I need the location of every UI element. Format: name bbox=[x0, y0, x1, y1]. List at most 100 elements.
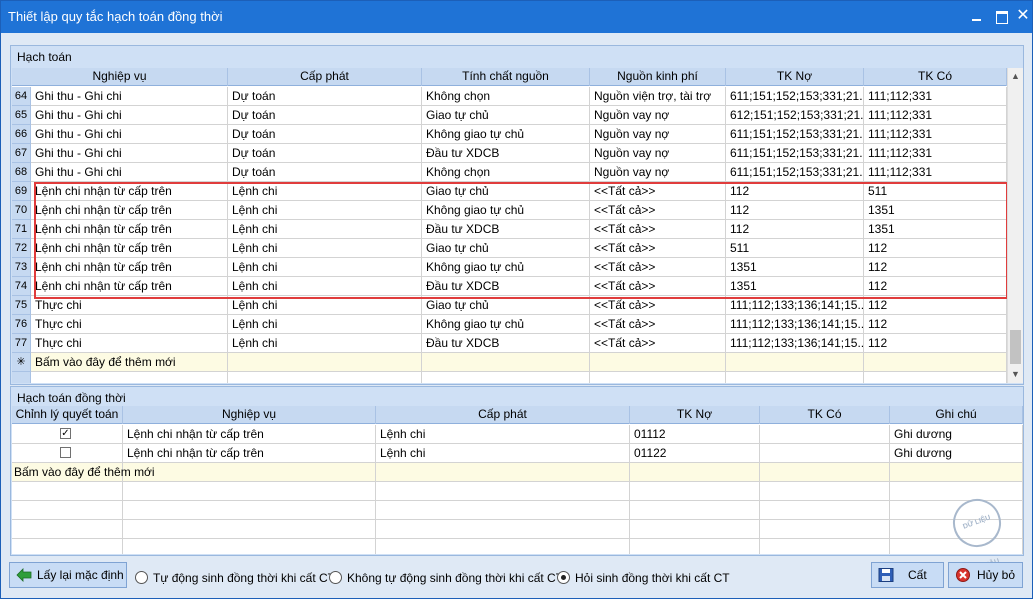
table-row[interactable]: ✓ Lệnh chi nhận từ cấp trên Lệnh chi 01112 G… bbox=[12, 425, 1023, 444]
table-row[interactable]: 65 Ghi thu - Ghi chi Dự toán Giao tự chủ Ngu… bbox=[12, 106, 1007, 125]
table-cell[interactable]: 01112 bbox=[630, 425, 760, 444]
table-cell[interactable]: Ghi dương bbox=[890, 444, 1023, 463]
table-cell[interactable]: 1351 bbox=[726, 258, 864, 277]
table-cell[interactable]: Nguồn vay nợ bbox=[590, 125, 726, 144]
table-cell[interactable]: Ghi thu - Ghi chi bbox=[31, 87, 228, 106]
table-cell[interactable]: Không giao tự chủ bbox=[422, 315, 590, 334]
table-cell[interactable] bbox=[12, 444, 123, 463]
table-cell[interactable]: Lệnh chi bbox=[376, 425, 630, 444]
table-cell[interactable]: 111;112;331 bbox=[864, 163, 1007, 182]
table-cell[interactable] bbox=[760, 463, 890, 482]
table-cell[interactable]: Dự toán bbox=[228, 125, 422, 144]
radio-auto-generate-dot[interactable] bbox=[135, 571, 148, 584]
table-cell[interactable] bbox=[422, 353, 590, 372]
table-cell[interactable]: 112 bbox=[864, 315, 1007, 334]
table-cell[interactable]: Lệnh chi nhận từ cấp trên bbox=[31, 220, 228, 239]
table-row[interactable]: Lệnh chi nhận từ cấp trên Lệnh chi 01122 Gh… bbox=[12, 444, 1023, 463]
table-cell[interactable] bbox=[630, 463, 760, 482]
table-cell[interactable]: 111;112;133;136;141;15... bbox=[726, 296, 864, 315]
accounting-column-header[interactable]: TK Nợ bbox=[726, 68, 864, 86]
table-cell[interactable]: Lệnh chi nhận từ cấp trên bbox=[31, 182, 228, 201]
title-bar[interactable]: Thiết lập quy tắc hạch toán đồng thời ✕ bbox=[1, 1, 1032, 33]
table-cell[interactable] bbox=[760, 444, 890, 463]
table-cell[interactable]: <<Tất cả>> bbox=[590, 220, 726, 239]
table-row[interactable]: 70 Lệnh chi nhận từ cấp trên Lệnh chi Không… bbox=[12, 201, 1007, 220]
table-cell[interactable]: Đầu tư XDCB bbox=[422, 334, 590, 353]
table-cell[interactable] bbox=[726, 353, 864, 372]
table-cell[interactable]: 111;112;331 bbox=[864, 87, 1007, 106]
table-cell[interactable]: Lệnh chi bbox=[228, 277, 422, 296]
table-cell[interactable]: Không chọn bbox=[422, 163, 590, 182]
add-new-row[interactable]: ✳ Bấm vào đây để thêm mới bbox=[12, 353, 1007, 372]
table-cell[interactable]: ✓ bbox=[12, 425, 123, 444]
table-cell[interactable]: 611;151;152;153;331;21... bbox=[726, 87, 864, 106]
table-row[interactable]: 66 Ghi thu - Ghi chi Dự toán Không giao tự … bbox=[12, 125, 1007, 144]
table-cell[interactable]: 112 bbox=[726, 182, 864, 201]
table-cell[interactable]: Ghi thu - Ghi chi bbox=[31, 144, 228, 163]
table-cell[interactable]: <<Tất cả>> bbox=[590, 201, 726, 220]
table-cell[interactable]: Không giao tự chủ bbox=[422, 201, 590, 220]
simultaneous-column-header[interactable]: TK Có bbox=[760, 406, 890, 424]
table-cell[interactable] bbox=[864, 353, 1007, 372]
scroll-thumb[interactable] bbox=[1010, 330, 1021, 364]
table-row[interactable]: 71 Lệnh chi nhận từ cấp trên Lệnh chi Đầu t… bbox=[12, 220, 1007, 239]
reset-default-button[interactable]: Lấy lại mặc định bbox=[9, 562, 127, 588]
table-cell[interactable]: 1351 bbox=[864, 220, 1007, 239]
table-cell[interactable]: Ghi thu - Ghi chi bbox=[31, 106, 228, 125]
table-row[interactable]: 69 Lệnh chi nhận từ cấp trên Lệnh chi Giao … bbox=[12, 182, 1007, 201]
table-cell[interactable]: Lệnh chi bbox=[228, 182, 422, 201]
table-row[interactable]: 68 Ghi thu - Ghi chi Dự toán Không chọn Nguồ… bbox=[12, 163, 1007, 182]
table-cell[interactable]: Giao tự chủ bbox=[422, 239, 590, 258]
table-row[interactable]: 75 Thực chi Lệnh chi Giao tự chủ <<Tất cả>> 1… bbox=[12, 296, 1007, 315]
table-cell[interactable]: <<Tất cả>> bbox=[590, 296, 726, 315]
table-cell[interactable]: 112 bbox=[726, 220, 864, 239]
table-cell[interactable]: Không giao tự chủ bbox=[422, 258, 590, 277]
table-cell[interactable]: 01122 bbox=[630, 444, 760, 463]
simultaneous-column-header[interactable]: Chỉnh lý quyết toán bbox=[12, 406, 123, 424]
table-cell[interactable]: 112 bbox=[864, 258, 1007, 277]
maximize-icon[interactable] bbox=[993, 8, 1009, 24]
table-cell[interactable]: Lệnh chi bbox=[228, 239, 422, 258]
table-cell[interactable]: Lệnh chi bbox=[228, 334, 422, 353]
table-cell[interactable]: <<Tất cả>> bbox=[590, 334, 726, 353]
table-cell[interactable]: Lệnh chi bbox=[228, 220, 422, 239]
minimize-icon[interactable] bbox=[969, 8, 985, 24]
table-cell[interactable]: Giao tự chủ bbox=[422, 182, 590, 201]
table-cell[interactable]: Lệnh chi bbox=[228, 201, 422, 220]
table-cell[interactable]: Thực chi bbox=[31, 315, 228, 334]
table-cell[interactable] bbox=[890, 463, 1023, 482]
table-cell[interactable]: Nguồn vay nợ bbox=[590, 106, 726, 125]
add-new-row[interactable]: Bấm vào đây để thêm mới bbox=[12, 463, 1023, 482]
table-cell[interactable]: Lệnh chi nhận từ cấp trên bbox=[31, 201, 228, 220]
radio-no-auto-generate-dot[interactable] bbox=[329, 571, 342, 584]
table-cell[interactable]: Lệnh chi nhận từ cấp trên bbox=[31, 258, 228, 277]
table-cell[interactable] bbox=[228, 353, 422, 372]
table-cell[interactable]: 612;151;152;153;331;21... bbox=[726, 106, 864, 125]
simultaneous-column-header[interactable]: TK Nợ bbox=[630, 406, 760, 424]
table-row[interactable]: 76 Thực chi Lệnh chi Không giao tự chủ <<Tất… bbox=[12, 315, 1007, 334]
add-new-row-label[interactable]: Bấm vào đây để thêm mới bbox=[12, 463, 155, 482]
table-row[interactable]: 73 Lệnh chi nhận từ cấp trên Lệnh chi Không… bbox=[12, 258, 1007, 277]
table-cell[interactable]: 112 bbox=[864, 296, 1007, 315]
table-cell[interactable]: 111;112;133;136;141;15... bbox=[726, 315, 864, 334]
table-cell[interactable]: 111;112;331 bbox=[864, 144, 1007, 163]
accounting-column-header[interactable]: TK Có bbox=[864, 68, 1007, 86]
table-cell[interactable]: Dự toán bbox=[228, 106, 422, 125]
table-cell[interactable]: 611;151;152;153;331;21... bbox=[726, 163, 864, 182]
table-cell[interactable]: Dự toán bbox=[228, 87, 422, 106]
table-cell[interactable]: 112 bbox=[864, 334, 1007, 353]
table-cell[interactable]: Lệnh chi nhận từ cấp trên bbox=[123, 444, 376, 463]
table-cell[interactable]: Lệnh chi nhận từ cấp trên bbox=[31, 239, 228, 258]
table-row[interactable]: 72 Lệnh chi nhận từ cấp trên Lệnh chi Giao … bbox=[12, 239, 1007, 258]
table-cell[interactable]: Thực chi bbox=[31, 334, 228, 353]
table-cell[interactable]: 111;112;133;136;141;15... bbox=[726, 334, 864, 353]
table-cell[interactable]: Ghi thu - Ghi chi bbox=[31, 125, 228, 144]
radio-ask-generate-dot[interactable] bbox=[557, 571, 570, 584]
table-cell[interactable]: 1351 bbox=[864, 201, 1007, 220]
table-cell[interactable]: 112 bbox=[864, 239, 1007, 258]
table-cell[interactable]: Giao tự chủ bbox=[422, 106, 590, 125]
cancel-button[interactable]: Hủy bỏ bbox=[948, 562, 1023, 588]
table-cell[interactable]: Không chọn bbox=[422, 87, 590, 106]
table-cell[interactable]: Nguồn viện trợ, tài trợ bbox=[590, 87, 726, 106]
table-cell[interactable]: <<Tất cả>> bbox=[590, 258, 726, 277]
